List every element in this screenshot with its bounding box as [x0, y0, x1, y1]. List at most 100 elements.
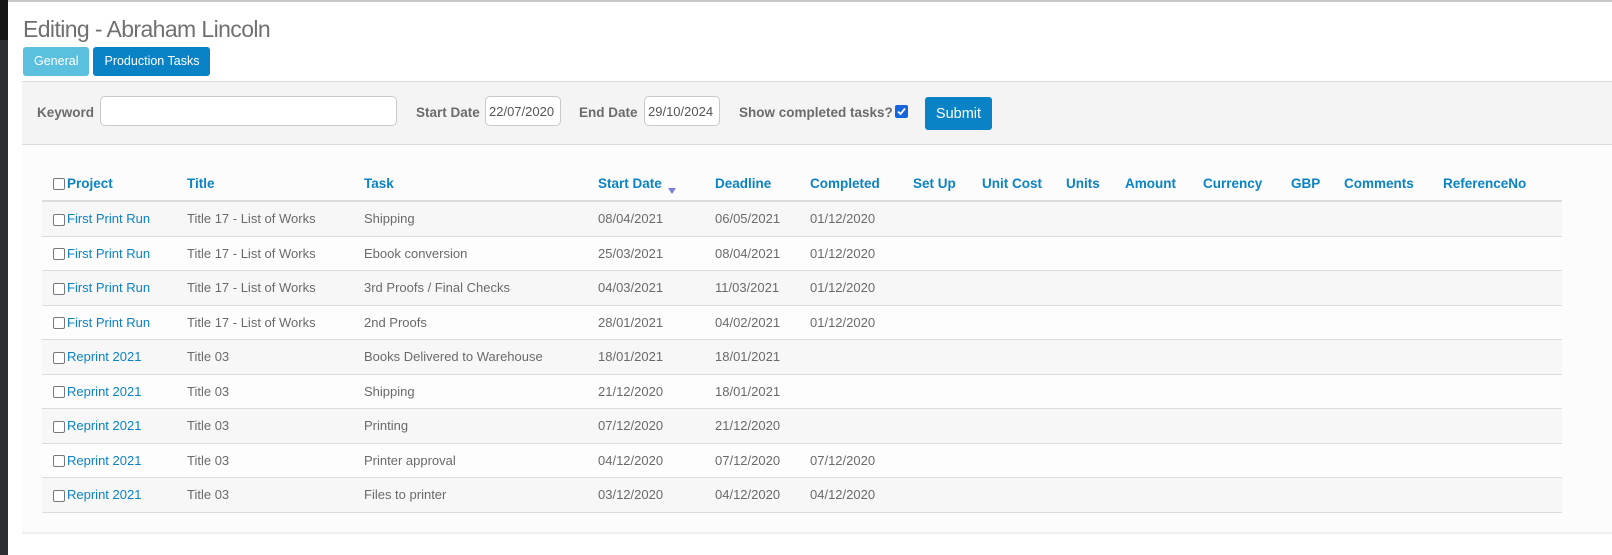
- cell-title: Title 17 - List of Works: [187, 305, 364, 340]
- row-select-cell: [42, 443, 67, 478]
- cell-amount: [1125, 443, 1203, 478]
- cell-project[interactable]: Reprint 2021: [67, 374, 187, 409]
- row-checkbox[interactable]: [53, 213, 65, 226]
- row-checkbox[interactable]: [53, 351, 65, 364]
- column-header-comments[interactable]: Comments: [1344, 167, 1443, 202]
- end-date-input[interactable]: [644, 96, 720, 126]
- table-row[interactable]: Reprint 2021 Title 03 Files to printer 03/1…: [42, 477, 1562, 513]
- cell-completed: [810, 408, 913, 444]
- cell-gbp: [1291, 339, 1344, 375]
- cell-completed: [810, 339, 913, 375]
- row-checkbox[interactable]: [53, 455, 65, 468]
- cell-units: [1066, 305, 1125, 340]
- cell-comments: [1344, 443, 1443, 478]
- cell-set-up: [913, 305, 982, 340]
- cell-deadline: 07/12/2020: [715, 443, 810, 478]
- cell-gbp: [1291, 477, 1344, 513]
- cell-units: [1066, 339, 1125, 375]
- cell-project[interactable]: Reprint 2021: [67, 443, 187, 478]
- tab-general[interactable]: General: [23, 47, 90, 76]
- column-header-currency[interactable]: Currency: [1203, 167, 1291, 202]
- cell-reference-no: [1443, 374, 1562, 409]
- row-checkbox[interactable]: [53, 386, 65, 399]
- cell-units: [1066, 270, 1125, 306]
- cell-amount: [1125, 270, 1203, 306]
- cell-completed: 01/12/2020: [810, 270, 913, 306]
- cell-project[interactable]: Reprint 2021: [67, 477, 187, 513]
- left-window-edge: [0, 0, 8, 555]
- table-row[interactable]: First Print Run Title 17 - List of Works S…: [42, 201, 1562, 237]
- cell-comments: [1344, 408, 1443, 444]
- cell-set-up: [913, 443, 982, 478]
- cell-task: Printer approval: [364, 443, 598, 478]
- show-completed-checkbox[interactable]: [895, 105, 908, 118]
- cell-deadline: 08/04/2021: [715, 236, 810, 271]
- cell-amount: [1125, 201, 1203, 237]
- cell-gbp: [1291, 270, 1344, 306]
- row-select-cell: [42, 408, 67, 444]
- cell-project[interactable]: First Print Run: [67, 201, 187, 237]
- cell-project[interactable]: Reprint 2021: [67, 408, 187, 444]
- tab-production-tasks[interactable]: Production Tasks: [93, 47, 211, 76]
- page-title: Editing - Abraham Lincoln: [23, 16, 271, 42]
- cell-title: Title 03: [187, 408, 364, 444]
- cell-reference-no: [1443, 339, 1562, 375]
- table-row[interactable]: Reprint 2021 Title 03 Printer approval 04/1…: [42, 443, 1562, 478]
- table-row[interactable]: First Print Run Title 17 - List of Works 3…: [42, 270, 1562, 306]
- cell-units: [1066, 201, 1125, 237]
- column-header-set-up[interactable]: Set Up: [913, 167, 982, 202]
- row-checkbox[interactable]: [53, 282, 65, 295]
- cell-start-date: 08/04/2021: [598, 201, 715, 237]
- tab-bar: General Production Tasks: [23, 47, 211, 76]
- table-row[interactable]: Reprint 2021 Title 03 Printing 07/12/2020 21…: [42, 408, 1562, 444]
- table-row[interactable]: First Print Run Title 17 - List of Works 2…: [42, 305, 1562, 340]
- checkmark-icon: [897, 107, 906, 116]
- cell-gbp: [1291, 305, 1344, 340]
- row-checkbox[interactable]: [53, 248, 65, 261]
- cell-completed: 01/12/2020: [810, 305, 913, 340]
- cell-deadline: 04/12/2020: [715, 477, 810, 513]
- column-header-completed[interactable]: Completed: [810, 167, 913, 202]
- cell-project[interactable]: First Print Run: [67, 270, 187, 306]
- cell-currency: [1203, 408, 1291, 444]
- column-header-gbp[interactable]: GBP: [1291, 167, 1344, 202]
- cell-task: 2nd Proofs: [364, 305, 598, 340]
- column-header-task[interactable]: Task: [364, 167, 598, 202]
- cell-reference-no: [1443, 270, 1562, 306]
- column-header-project[interactable]: Project: [67, 167, 187, 202]
- cell-project[interactable]: First Print Run: [67, 236, 187, 271]
- cell-task: Shipping: [364, 201, 598, 237]
- cell-units: [1066, 236, 1125, 271]
- cell-unit-cost: [982, 270, 1066, 306]
- cell-project[interactable]: First Print Run: [67, 305, 187, 340]
- cell-task: Files to printer: [364, 477, 598, 513]
- row-checkbox[interactable]: [53, 317, 65, 330]
- column-header-reference-no[interactable]: ReferenceNo: [1443, 167, 1562, 202]
- cell-start-date: 28/01/2021: [598, 305, 715, 340]
- submit-button[interactable]: Submit: [925, 97, 992, 130]
- keyword-input[interactable]: [100, 96, 397, 126]
- cell-project[interactable]: Reprint 2021: [67, 339, 187, 375]
- cell-reference-no: [1443, 443, 1562, 478]
- select-all-checkbox[interactable]: [53, 178, 65, 191]
- column-header-deadline[interactable]: Deadline: [715, 167, 810, 202]
- cell-currency: [1203, 374, 1291, 409]
- cell-completed: 01/12/2020: [810, 201, 913, 237]
- table-row[interactable]: Reprint 2021 Title 03 Shipping 21/12/2020 18…: [42, 374, 1562, 409]
- cell-task: Ebook conversion: [364, 236, 598, 271]
- column-header-units[interactable]: Units: [1066, 167, 1125, 202]
- column-header-amount[interactable]: Amount: [1125, 167, 1203, 202]
- column-header-unit-cost[interactable]: Unit Cost: [982, 167, 1066, 202]
- table-row[interactable]: First Print Run Title 17 - List of Works E…: [42, 236, 1562, 271]
- cell-unit-cost: [982, 305, 1066, 340]
- start-date-input[interactable]: [485, 96, 561, 126]
- cell-set-up: [913, 374, 982, 409]
- row-checkbox[interactable]: [53, 420, 65, 433]
- table-row[interactable]: Reprint 2021 Title 03 Books Delivered to W…: [42, 339, 1562, 375]
- cell-currency: [1203, 339, 1291, 375]
- row-select-cell: [42, 270, 67, 306]
- column-header-title[interactable]: Title: [187, 167, 364, 202]
- row-checkbox[interactable]: [53, 489, 65, 502]
- cell-start-date: 03/12/2020: [598, 477, 715, 513]
- column-header-start-date[interactable]: Start Date: [598, 167, 715, 202]
